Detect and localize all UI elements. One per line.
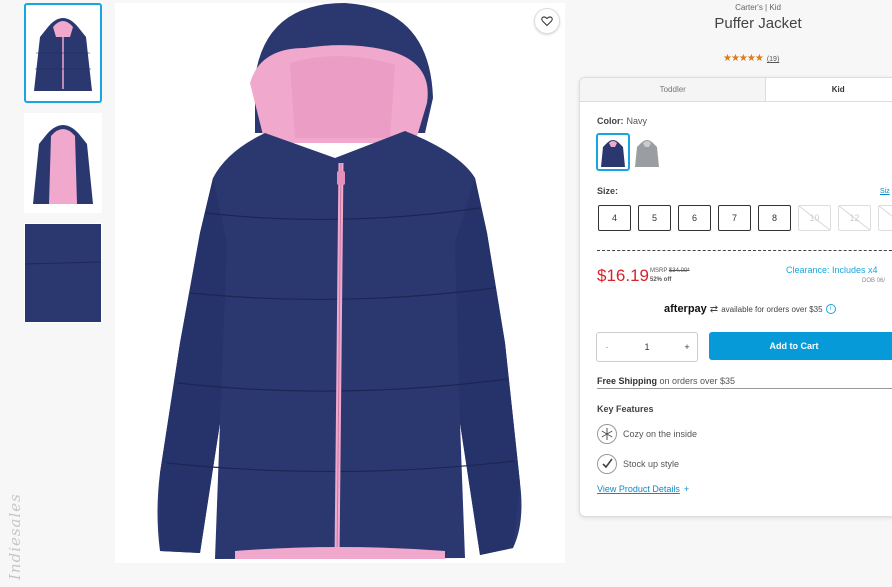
size-option-7[interactable]: 7	[718, 205, 751, 231]
tab-kid[interactable]: Kid	[766, 78, 892, 101]
thumbnail-open[interactable]	[24, 113, 102, 213]
quantity-decrease-button[interactable]: -	[597, 342, 617, 352]
size-option-8[interactable]: 8	[758, 205, 791, 231]
color-value: Navy	[626, 116, 648, 126]
size-option-14: 1	[878, 205, 892, 231]
color-label: Color: Navy	[597, 116, 648, 126]
msrp-block: MSRP $34.00* 52% off	[650, 268, 690, 283]
favorite-heart-button[interactable]	[534, 8, 560, 34]
afterpay-logo-icon: ⇄	[709, 303, 719, 315]
size-label: Size:	[597, 186, 619, 196]
thumbnail-fabric[interactable]	[24, 223, 102, 323]
clearance-text: Clearance: Includes x4	[786, 265, 878, 275]
main-product-image	[115, 3, 565, 563]
info-icon[interactable]: i	[825, 304, 836, 314]
heart-icon	[541, 16, 553, 27]
size-option-10: 10	[798, 205, 831, 231]
size-option-5[interactable]: 5	[638, 205, 671, 231]
checkmark-icon	[597, 454, 617, 474]
shipping-info: Free Shipping on orders over $35	[597, 376, 892, 389]
sale-price: $16.19	[597, 266, 649, 285]
feature-item: Stock up style	[597, 454, 679, 474]
discount-text: 52% off	[650, 277, 672, 283]
add-to-cart-button[interactable]: Add to Cart	[709, 332, 892, 360]
afterpay-logo: afterpay	[664, 303, 707, 315]
afterpay-message: afterpay ⇄ available for orders over $35…	[664, 303, 836, 315]
size-chart-link[interactable]: Siz	[880, 188, 890, 195]
key-features-heading: Key Features	[597, 404, 654, 414]
dob-text: DOB 06/	[862, 278, 886, 284]
tab-toddler[interactable]: Toddler	[580, 78, 767, 101]
brand-label: Carter's | Kid	[735, 3, 781, 12]
msrp-value: $34.00*	[668, 268, 690, 274]
purchase-panel: Toddler Kid Color: Navy Size: Siz 4 5 6 7…	[579, 77, 892, 517]
size-option-12: 12	[838, 205, 871, 231]
quantity-stepper: - 1 +	[596, 332, 698, 362]
size-option-4[interactable]: 4	[598, 205, 631, 231]
swatch-gray[interactable]	[632, 135, 662, 169]
snowflake-icon	[597, 424, 617, 444]
view-product-details-link[interactable]: View Product Details +	[597, 484, 689, 494]
rating[interactable]: ★★★★★ (19)	[723, 53, 779, 64]
feature-item: Cozy on the inside	[597, 424, 697, 444]
thumbnail-front[interactable]	[24, 3, 102, 103]
swatch-navy[interactable]	[596, 133, 630, 171]
thumbnail-list	[24, 3, 102, 333]
product-title: Puffer Jacket	[714, 15, 802, 32]
size-option-6[interactable]: 6	[678, 205, 711, 231]
rating-stars: ★★★★★	[723, 53, 764, 64]
divider	[597, 250, 892, 251]
plus-icon: +	[683, 484, 690, 494]
review-count-link[interactable]: (19)	[767, 56, 779, 63]
quantity-value[interactable]: 1	[637, 342, 657, 352]
quantity-increase-button[interactable]: +	[677, 342, 697, 352]
size-range-tabs: Toddler Kid	[580, 78, 892, 102]
watermark-text: Indiesales	[6, 493, 24, 580]
